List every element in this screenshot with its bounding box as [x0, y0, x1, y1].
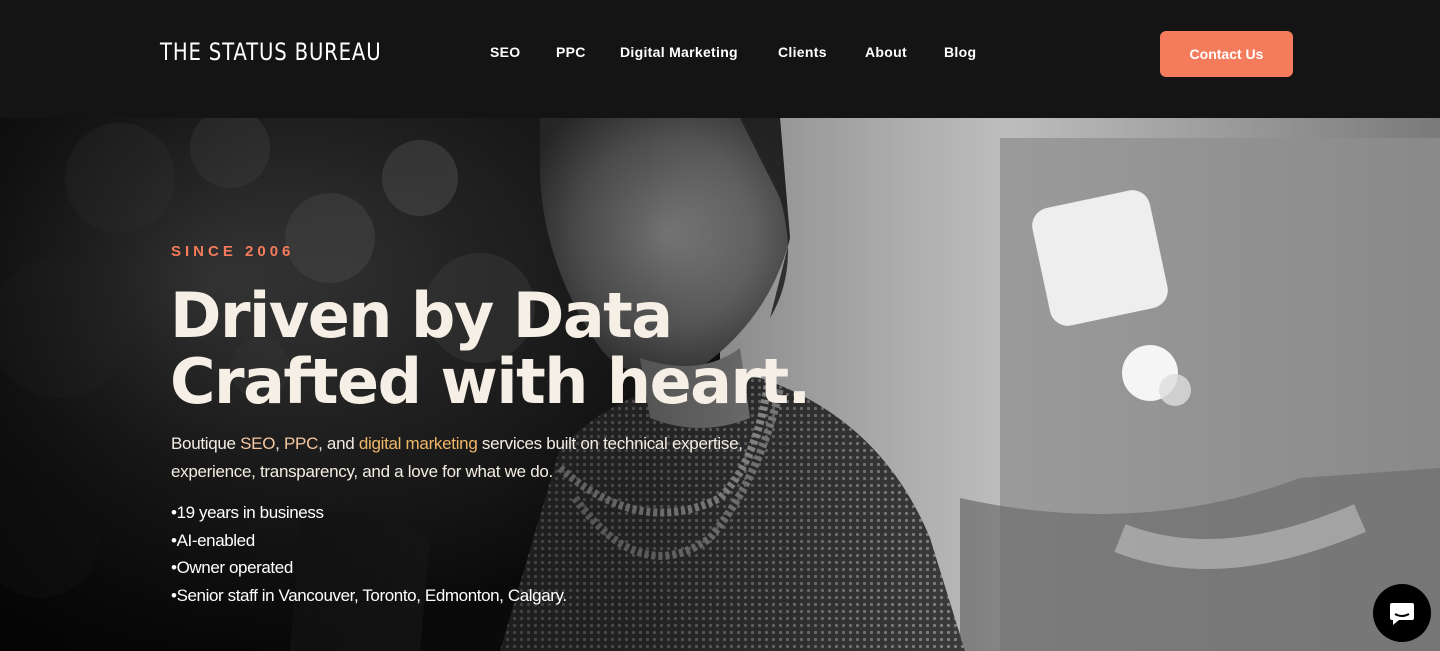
- nav-item-ppc[interactable]: PPC: [556, 44, 586, 60]
- intro-prefix: Boutique: [171, 434, 241, 453]
- digital-marketing-link[interactable]: digital marketing: [359, 434, 478, 453]
- nav-item-about[interactable]: About: [865, 44, 907, 60]
- ppc-link[interactable]: PPC: [284, 434, 318, 453]
- contact-us-button[interactable]: Contact Us: [1160, 31, 1293, 77]
- nav-item-clients[interactable]: Clients: [778, 44, 827, 60]
- hero-bullets: 19 years in business AI-enabled Owner op…: [171, 499, 568, 610]
- chat-bubble-icon: [1390, 603, 1414, 625]
- seo-link[interactable]: SEO: [240, 434, 275, 453]
- nav-item-digital-marketing[interactable]: Digital Marketing: [620, 44, 738, 60]
- hero-eyebrow: SINCE 2006: [171, 243, 295, 260]
- bullet-item: AI-enabled: [171, 527, 567, 555]
- chat-widget-button[interactable]: [1373, 584, 1431, 642]
- nav-item-blog[interactable]: Blog: [944, 44, 976, 60]
- bullet-item: Senior staff in Vancouver, Toronto, Edmo…: [171, 582, 568, 610]
- nav-item-seo[interactable]: SEO: [490, 44, 520, 60]
- site-logo[interactable]: THE STATUS BUREAU: [160, 38, 381, 66]
- hero-intro: Boutique SEO, PPC, and digital marketing…: [171, 430, 831, 486]
- headline-line-1: Driven by Data: [170, 279, 673, 352]
- site-header: THE STATUS BUREAU SEO PPC Digital Market…: [0, 0, 1440, 118]
- bullet-item: Owner operated: [171, 554, 567, 582]
- headline-line-2: Crafted with heart.: [170, 345, 811, 418]
- intro-and: , and: [318, 434, 359, 453]
- hero-section: SINCE 2006 Driven by Data Crafted with h…: [0, 118, 1440, 651]
- intro-comma: ,: [275, 434, 285, 453]
- hero-headline: Driven by Data Crafted with heart.: [170, 279, 811, 418]
- bullet-item: 19 years in business: [171, 499, 567, 527]
